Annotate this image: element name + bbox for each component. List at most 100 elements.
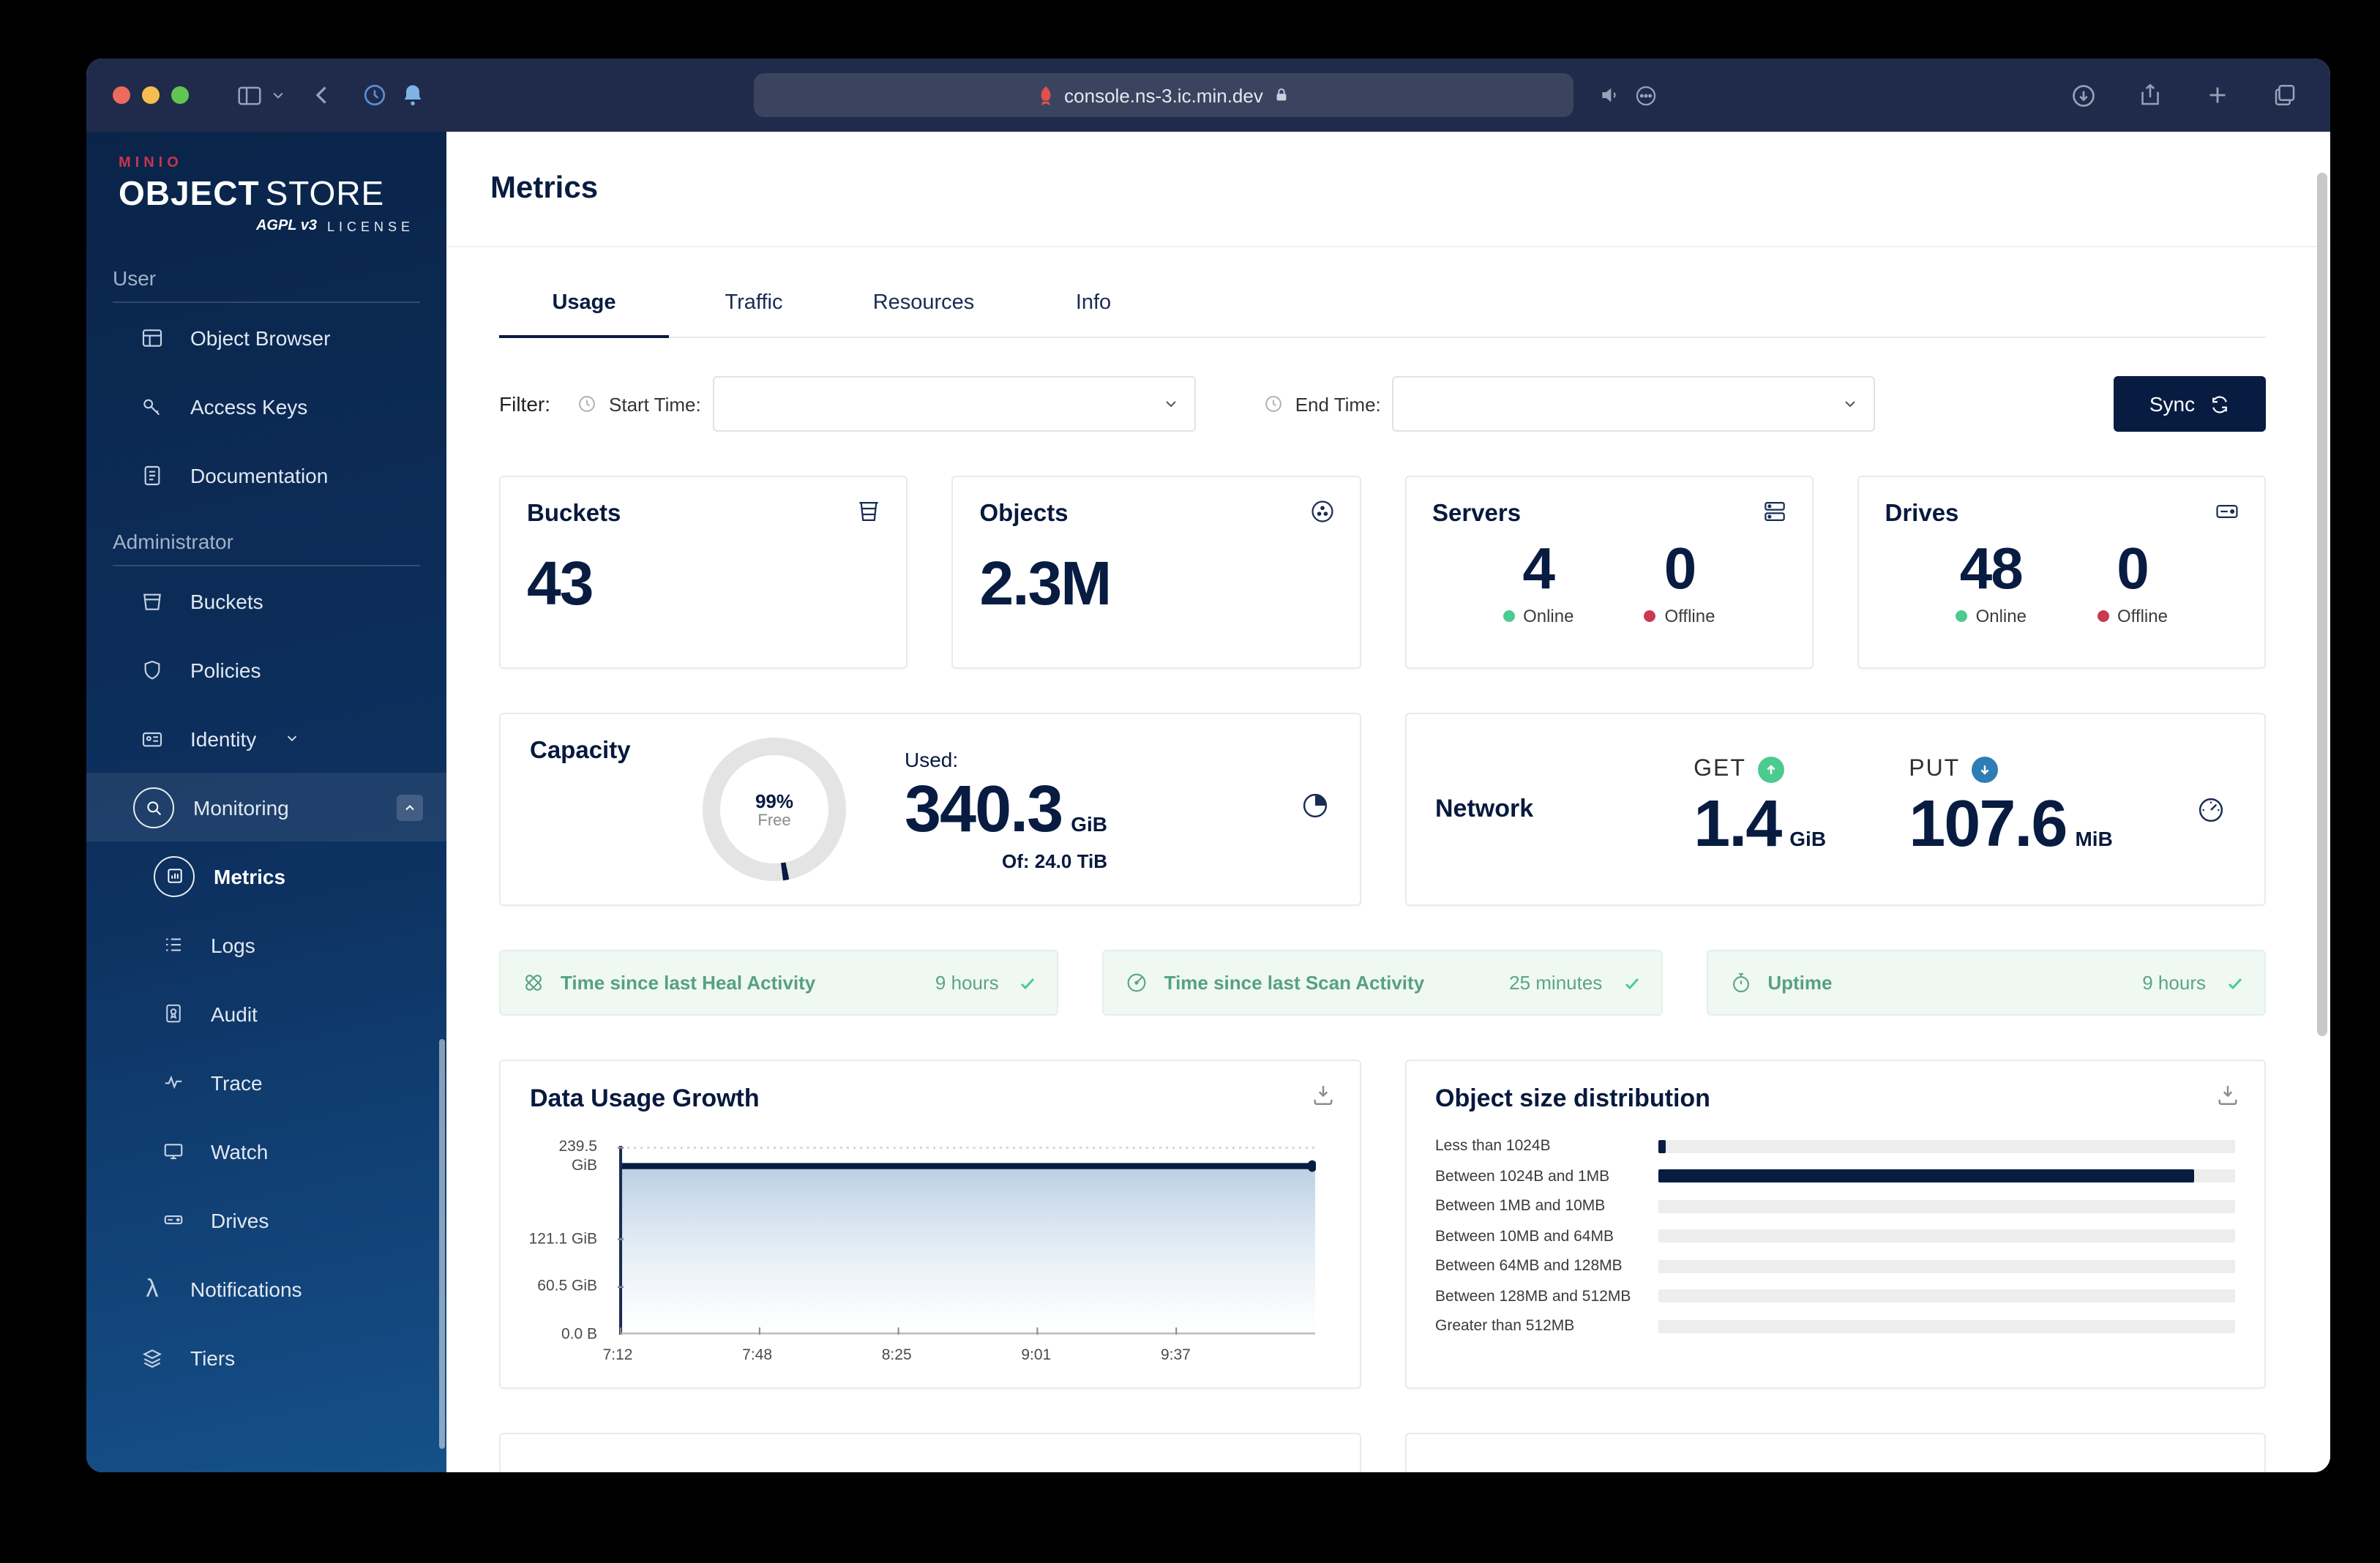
monitoring-icon [133, 787, 174, 828]
network-get-value: 1.4 [1694, 786, 1782, 861]
offline-dot [1644, 610, 1656, 622]
sidebar-scrollbar[interactable] [439, 1039, 445, 1449]
drives-card: Drives 48 Online 0 Offline [1857, 476, 2266, 669]
capacity-total: Of: 24.0 TiB [1002, 850, 1108, 872]
mute-icon[interactable] [1591, 76, 1629, 114]
objects-count: 2.3M [979, 549, 1112, 618]
check-icon [1019, 974, 1037, 992]
app-title: OBJECT STORE [119, 174, 385, 212]
sidebar-item-object-browser[interactable]: Object Browser [86, 303, 446, 372]
extension-icon-2[interactable] [394, 76, 432, 114]
sidebar-item-drives[interactable]: Drives [86, 1185, 446, 1254]
download-chart-icon[interactable] [2215, 1082, 2241, 1115]
new-tab-icon[interactable] [2198, 76, 2237, 114]
data-usage-growth-card: Data Usage Growth 239.5 GiB 121.1 GiB 60… [499, 1060, 1361, 1389]
sidebar-item-monitoring[interactable]: Monitoring [86, 773, 446, 842]
download-chart-icon[interactable] [1309, 1082, 1336, 1115]
gauge-icon [2196, 794, 2226, 825]
object-size-distribution-card: Object size distribution Less than 1024B… [1404, 1060, 2266, 1389]
drives-online-count: 48 [1959, 537, 2024, 601]
tab-overview-icon[interactable] [2266, 76, 2304, 114]
servers-offline-count: 0 [1664, 537, 1697, 601]
logs-icon [154, 926, 192, 964]
sidebar-item-trace[interactable]: Trace [86, 1048, 446, 1117]
sidebar-item-audit[interactable]: Audit [86, 979, 446, 1048]
capacity-donut-chart: 99% Free [703, 738, 846, 881]
capacity-free-percent: 99% [755, 790, 794, 812]
check-icon [1623, 974, 1640, 992]
end-time-group: End Time: [1263, 376, 1876, 432]
sidebar-item-watch[interactable]: Watch [86, 1117, 446, 1185]
network-put-block: PUT 107.6 MiB [1909, 757, 2113, 861]
tab-resources[interactable]: Resources [839, 291, 1008, 337]
tab-info[interactable]: Info [1008, 291, 1178, 337]
x-axis-tick-label: 7:12 [602, 1346, 633, 1364]
sidebar-item-metrics[interactable]: Metrics [86, 842, 446, 910]
start-time-label: Start Time: [609, 393, 701, 415]
x-axis-tick-label: 8:25 [881, 1346, 912, 1364]
identity-icon [133, 719, 171, 757]
downloads-icon[interactable] [2064, 76, 2102, 114]
charts-row: Data Usage Growth 239.5 GiB 121.1 GiB 60… [499, 1060, 2266, 1389]
check-icon [2226, 974, 2244, 992]
stat-cards-row: Buckets 43 Objects 2.3M Servers 4 Online… [499, 476, 2266, 669]
sidebar-toggle-icon[interactable] [230, 76, 268, 114]
objects-card: Objects 2.3M [951, 476, 1361, 669]
scan-activity-status: Time since last Scan Activity 25 minutes [1102, 950, 1663, 1016]
sidebar-item-notifications[interactable]: λ Notifications [86, 1254, 446, 1323]
metrics-tabs: Usage Traffic Resources Info [499, 291, 2266, 338]
start-time-select[interactable] [712, 376, 1196, 432]
drives-offline-group: 0 Offline [2097, 537, 2168, 626]
policies-icon [133, 651, 171, 689]
tab-traffic[interactable]: Traffic [669, 291, 839, 337]
servers-icon [1761, 498, 1789, 533]
toolbar-chevron-down-icon[interactable] [268, 76, 288, 114]
sidebar-item-buckets[interactable]: Buckets [86, 566, 446, 635]
share-icon[interactable] [2131, 76, 2169, 114]
sidebar-item-policies[interactable]: Policies [86, 635, 446, 704]
sidebar-item-documentation[interactable]: Documentation [86, 441, 446, 509]
tab-usage[interactable]: Usage [499, 291, 669, 338]
url-text: console.ns-3.ic.min.dev [1064, 84, 1263, 106]
x-axis-tick-label: 9:01 [1021, 1346, 1052, 1364]
sidebar-item-identity[interactable]: Identity [86, 704, 446, 773]
sidebar-item-tiers[interactable]: Tiers [86, 1323, 446, 1392]
sync-button[interactable]: Sync [2114, 376, 2266, 432]
address-bar[interactable]: console.ns-3.ic.min.dev [754, 73, 1573, 117]
network-put-value: 107.6 [1909, 786, 2067, 861]
zoom-window-button[interactable] [171, 86, 189, 104]
agpl-badge: AGPL v3 [255, 218, 317, 234]
window-controls [113, 86, 189, 104]
minimize-window-button[interactable] [142, 86, 160, 104]
main-scrollbar[interactable] [2317, 173, 2327, 1036]
sidebar-section-administrator: Administrator [113, 530, 420, 566]
sidebar-item-access-keys[interactable]: Access Keys [86, 372, 446, 441]
page-header: Metrics [446, 132, 2330, 247]
drive-icon [2213, 498, 2241, 533]
online-dot [1503, 610, 1515, 622]
lock-icon [1273, 86, 1290, 104]
lambda-icon: λ [146, 1274, 159, 1302]
scan-icon [1125, 970, 1150, 995]
dist-row: Between 128MB and 512MB [1435, 1287, 2235, 1305]
more-options-icon[interactable] [1626, 76, 1664, 114]
drives-offline-count: 0 [2117, 537, 2149, 601]
y-axis-tick-label: 239.5 GiB [558, 1137, 597, 1174]
back-icon[interactable] [303, 76, 341, 114]
chevron-up-icon[interactable] [397, 794, 423, 820]
end-time-select[interactable] [1392, 376, 1876, 432]
sidebar-item-logs[interactable]: Logs [86, 910, 446, 979]
bar-fill [1658, 1139, 1666, 1152]
start-time-group: Start Time: [577, 376, 1196, 432]
capacity-used-value: 340.3 [905, 771, 1063, 845]
audit-icon [154, 994, 192, 1032]
get-up-arrow-icon [1757, 757, 1784, 783]
servers-offline-group: 0 Offline [1644, 537, 1715, 626]
toolbar-right-group [2064, 76, 2304, 114]
close-window-button[interactable] [113, 86, 130, 104]
extension-icon[interactable] [356, 76, 394, 114]
buckets-card: Buckets 43 [499, 476, 908, 669]
buckets-count: 43 [527, 549, 594, 618]
access-keys-icon [133, 387, 171, 425]
sidebar-section-user: User [113, 266, 420, 303]
